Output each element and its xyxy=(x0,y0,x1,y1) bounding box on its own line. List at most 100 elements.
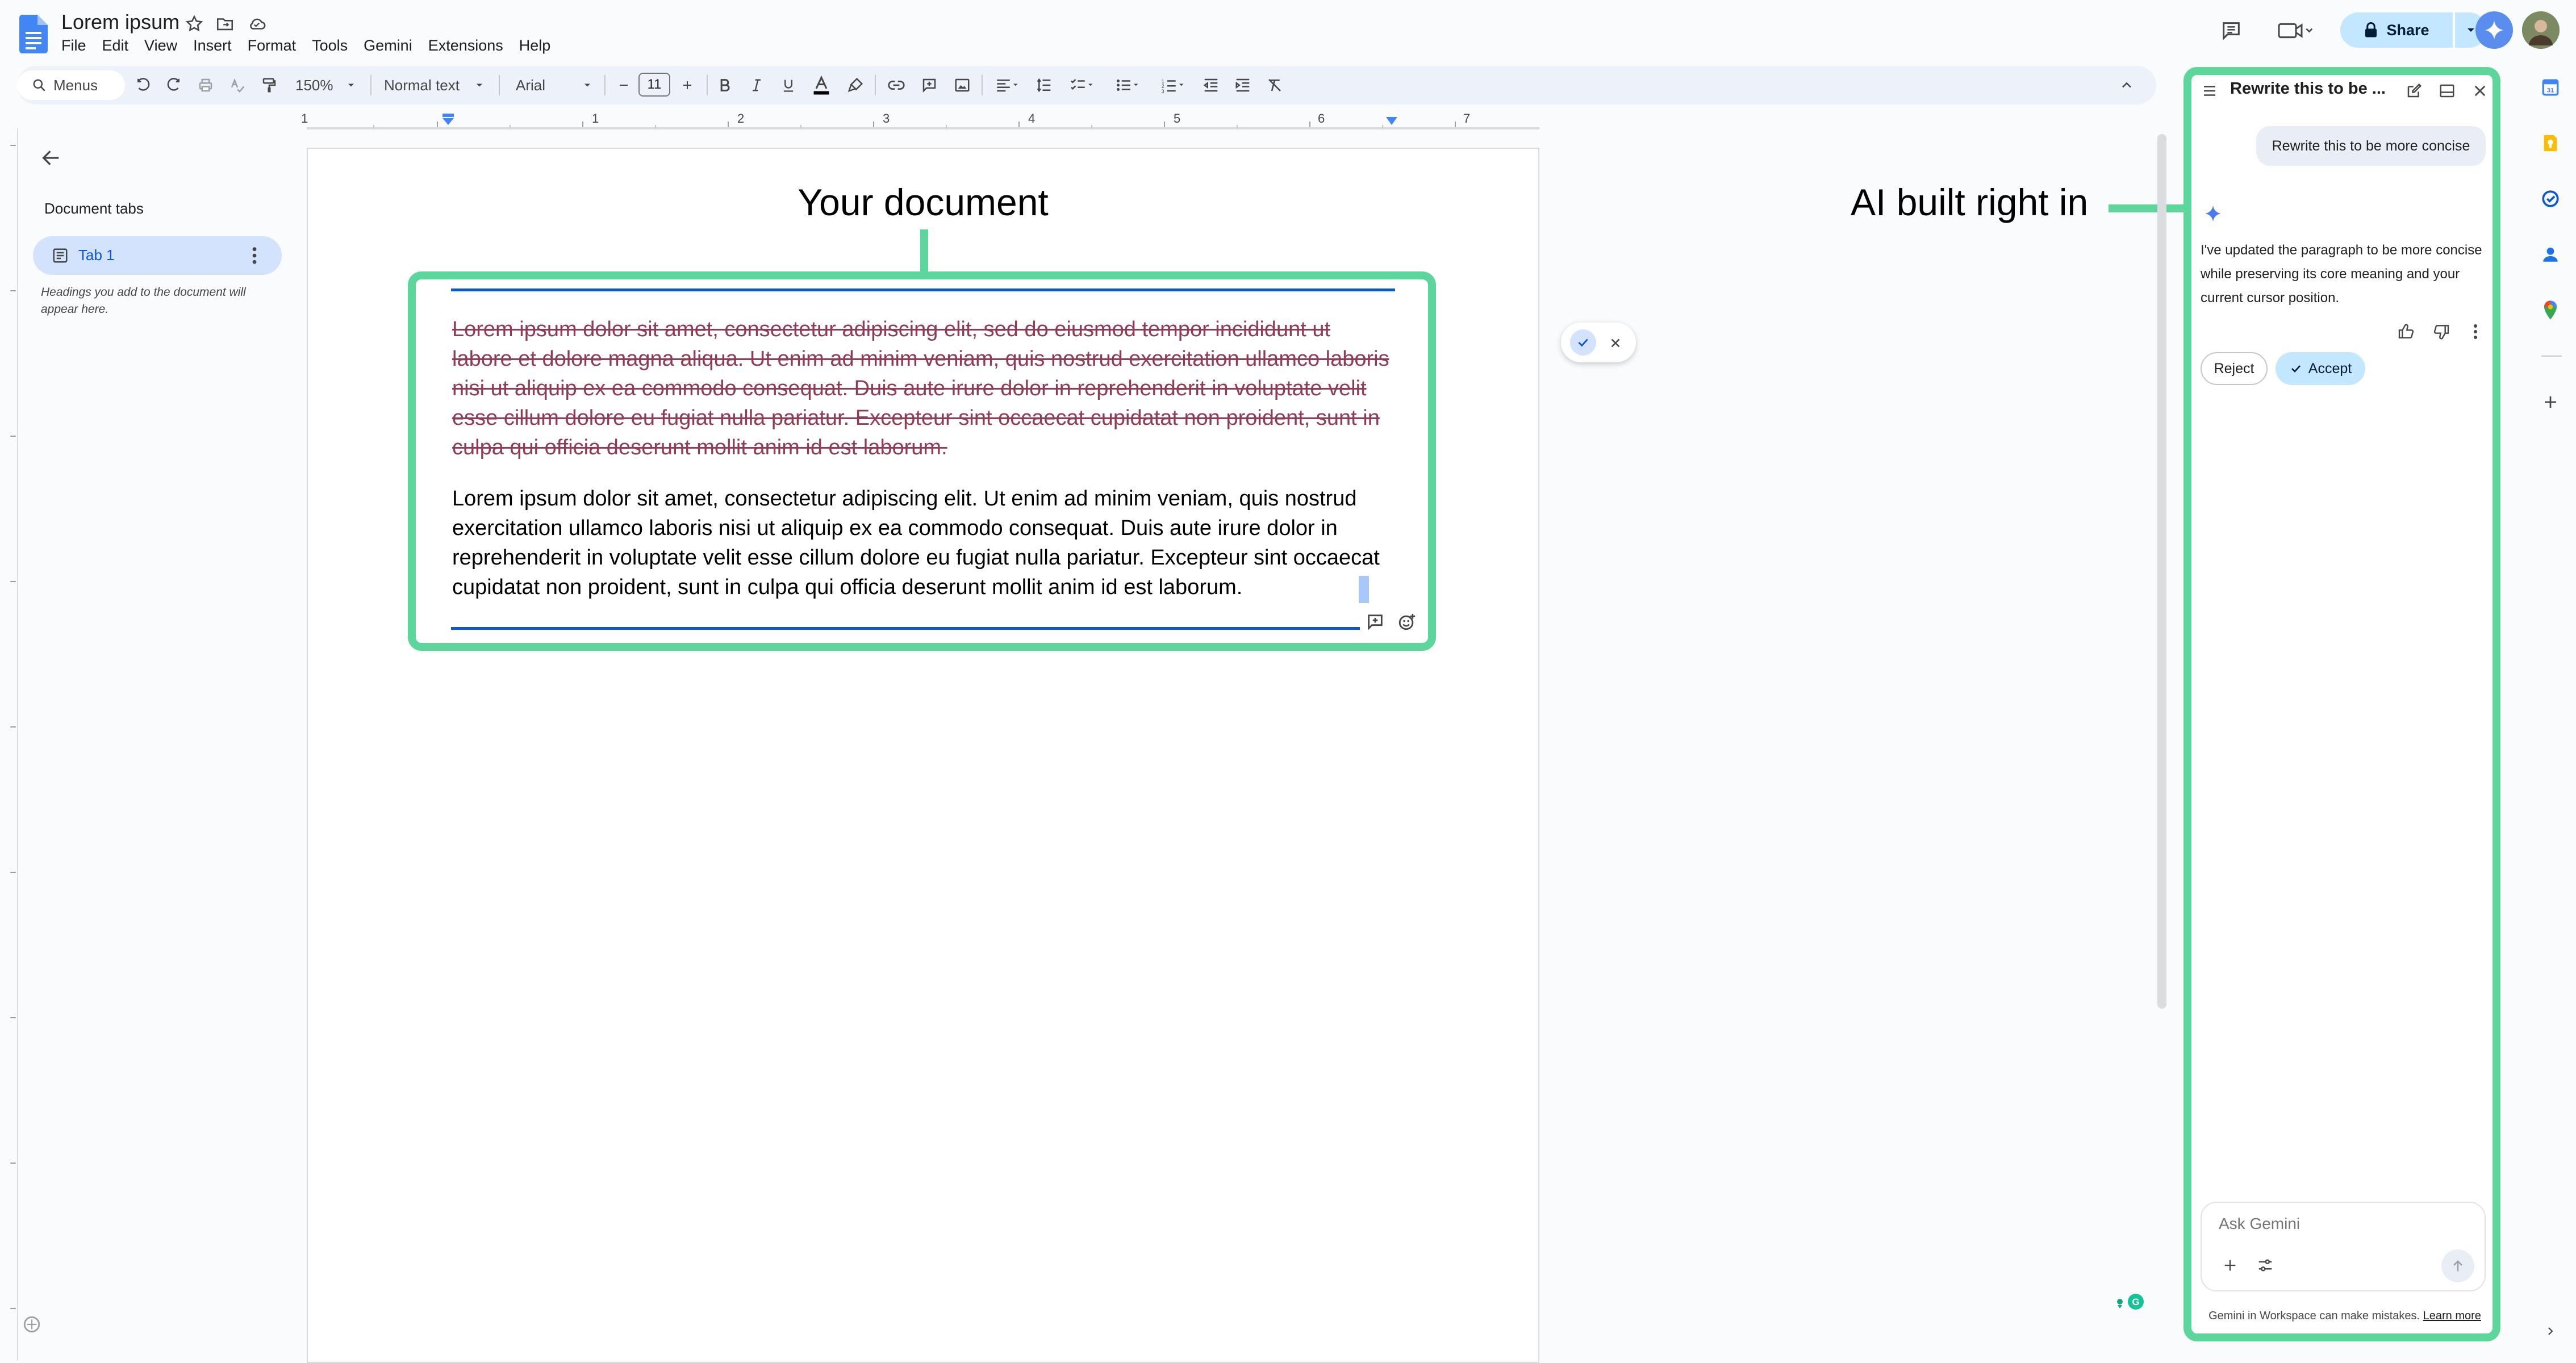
checklist-icon[interactable] xyxy=(1066,74,1100,97)
menu-format[interactable]: Format xyxy=(240,35,304,56)
add-icon[interactable] xyxy=(2538,390,2563,415)
menu-icon[interactable] xyxy=(2198,80,2221,102)
vertical-ruler[interactable] xyxy=(0,128,18,1361)
add-comment-button[interactable] xyxy=(1361,608,1389,636)
font-select[interactable]: Arial xyxy=(516,73,545,98)
contacts-icon[interactable] xyxy=(2538,242,2563,267)
suggestion-start-marker xyxy=(451,289,1395,291)
menu-insert[interactable]: Insert xyxy=(185,35,240,56)
underline-icon[interactable] xyxy=(777,74,800,97)
chevron-down-icon[interactable] xyxy=(576,74,599,97)
reject-suggestion-button[interactable] xyxy=(1603,331,1628,356)
paint-format-icon[interactable] xyxy=(258,74,281,97)
clear-format-icon[interactable] xyxy=(1263,74,1286,97)
rewritten-paragraph[interactable]: Lorem ipsum dolor sit amet, consectetur … xyxy=(452,484,1395,602)
line-spacing-icon[interactable] xyxy=(1033,74,1055,97)
indent-decrease-icon[interactable] xyxy=(1200,74,1222,97)
keep-icon[interactable] xyxy=(2538,131,2563,156)
redo-icon[interactable] xyxy=(162,74,185,97)
numbered-list-icon[interactable]: 123 xyxy=(1157,74,1191,97)
gemini-button[interactable] xyxy=(2475,11,2513,49)
menu-extensions[interactable]: Extensions xyxy=(420,35,511,56)
tab-1[interactable] xyxy=(33,236,282,275)
ask-gemini-input[interactable] xyxy=(2218,1214,2447,1234)
right-indent-marker[interactable] xyxy=(1385,116,1398,127)
cloud-status-icon[interactable] xyxy=(245,12,268,35)
back-arrow-icon[interactable] xyxy=(37,144,65,172)
explore-icon[interactable] xyxy=(20,1313,43,1336)
accept-suggestion-button[interactable] xyxy=(1570,329,1596,356)
print-icon[interactable] xyxy=(194,74,217,97)
add-comment-icon[interactable] xyxy=(918,74,941,97)
deleted-paragraph[interactable]: Lorem ipsum dolor sit amet, consectetur … xyxy=(452,315,1395,462)
menu-help[interactable]: Help xyxy=(511,35,559,56)
thumbs-up-icon[interactable] xyxy=(2394,319,2419,344)
menus-search[interactable]: Menus xyxy=(17,70,125,100)
comment-history-icon[interactable] xyxy=(2215,15,2247,47)
menu-view[interactable]: View xyxy=(136,35,185,56)
indent-increase-icon[interactable] xyxy=(1231,74,1254,97)
left-indent-marker[interactable] xyxy=(441,114,456,127)
zoom-select[interactable]: 150% xyxy=(295,73,333,98)
chevron-down-icon[interactable] xyxy=(340,74,362,97)
annotation-your-document: Your document xyxy=(798,181,1049,223)
italic-icon[interactable] xyxy=(745,74,768,97)
avatar[interactable] xyxy=(2522,11,2560,49)
image-icon[interactable] xyxy=(951,74,974,97)
add-icon[interactable] xyxy=(2218,1253,2243,1278)
new-chat-icon[interactable] xyxy=(2402,78,2427,103)
grammarly-icon[interactable]: G xyxy=(2114,1286,2146,1318)
highlight-icon[interactable] xyxy=(844,74,867,97)
accept-button[interactable]: Accept xyxy=(2276,352,2365,385)
share-button[interactable]: Share xyxy=(2340,12,2453,48)
link-icon[interactable] xyxy=(885,74,908,97)
toolbar-divider xyxy=(982,75,983,95)
share-button-label: Share xyxy=(2386,21,2429,39)
decrease-font-size-icon[interactable] xyxy=(612,74,635,97)
chevron-right-icon[interactable] xyxy=(2538,1319,2563,1344)
align-icon[interactable] xyxy=(991,74,1025,97)
add-emoji-reaction-button[interactable] xyxy=(1393,608,1421,636)
maps-icon[interactable] xyxy=(2538,298,2563,323)
ruler-number: 4 xyxy=(1028,111,1036,126)
docs-logo-icon[interactable] xyxy=(19,15,48,53)
menu-file[interactable]: File xyxy=(61,35,94,56)
meet-icon[interactable] xyxy=(2272,15,2320,47)
menu-tools[interactable]: Tools xyxy=(304,35,356,56)
spellcheck-icon[interactable] xyxy=(226,74,249,97)
panel-layout-icon[interactable] xyxy=(2435,78,2460,103)
horizontal-ruler[interactable] xyxy=(307,111,1539,129)
menu-gemini[interactable]: Gemini xyxy=(356,35,420,56)
reject-button[interactable]: Reject xyxy=(2201,352,2268,385)
ruler-number: 2 xyxy=(737,111,745,126)
annotation-ai-built-in: AI built right in xyxy=(1851,181,2089,223)
thumbs-down-icon[interactable] xyxy=(2429,319,2454,344)
tune-icon[interactable] xyxy=(2253,1253,2278,1278)
increase-font-size-icon[interactable] xyxy=(676,74,699,97)
menu-bar: File Edit View Insert Format Tools Gemin… xyxy=(61,35,558,56)
chevron-down-icon[interactable] xyxy=(468,74,491,97)
move-folder-icon[interactable] xyxy=(214,12,236,35)
undo-icon[interactable] xyxy=(132,74,155,97)
text-color-icon[interactable] xyxy=(810,74,833,97)
collapse-icon[interactable] xyxy=(2115,74,2138,97)
text-cursor xyxy=(1359,576,1369,603)
font-size-input[interactable]: 11 xyxy=(638,73,670,97)
user-prompt-bubble: Rewrite this to be more concise xyxy=(2256,126,2486,166)
menu-edit[interactable]: Edit xyxy=(94,35,137,56)
star-icon[interactable] xyxy=(183,12,206,35)
document-title[interactable]: Lorem ipsum xyxy=(61,10,179,34)
close-icon[interactable] xyxy=(2468,78,2493,103)
style-select[interactable]: Normal text xyxy=(384,73,460,98)
bold-icon[interactable] xyxy=(713,74,736,97)
document-scrollbar[interactable] xyxy=(2157,134,2166,1009)
more-vert-icon[interactable] xyxy=(2463,319,2488,344)
send-button[interactable] xyxy=(2441,1249,2474,1282)
annotation-connector xyxy=(920,229,928,271)
more-vert-icon[interactable] xyxy=(245,245,264,266)
learn-more-link[interactable]: Learn more xyxy=(2423,1310,2481,1322)
bullet-list-icon[interactable] xyxy=(1111,74,1145,97)
tasks-icon[interactable] xyxy=(2538,186,2563,211)
calendar-icon[interactable]: 31 xyxy=(2538,75,2563,100)
svg-text:3: 3 xyxy=(1162,89,1164,94)
